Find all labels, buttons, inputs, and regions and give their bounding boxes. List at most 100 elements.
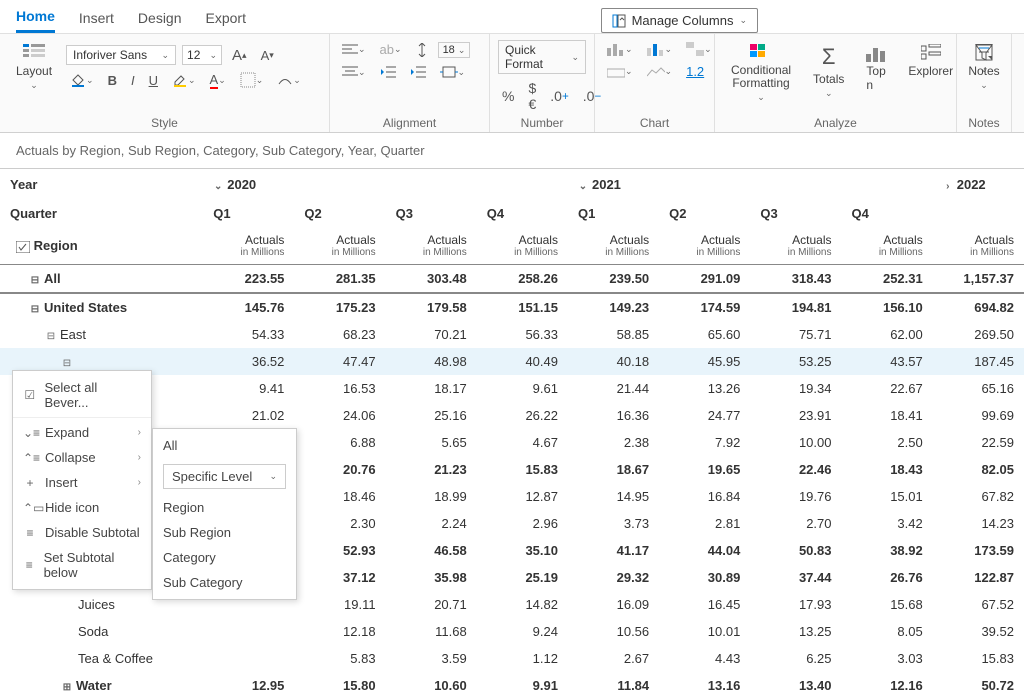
chart-type-3-button[interactable]: ⌄ (682, 40, 716, 58)
data-cell[interactable]: 2.38 (568, 429, 659, 456)
row-label[interactable]: ⊟East (0, 321, 203, 348)
tab-export[interactable]: Export (206, 10, 246, 32)
data-cell[interactable]: 694.82 (933, 293, 1024, 321)
data-cell[interactable]: 145.76 (203, 293, 294, 321)
collapse-icon[interactable]: ⊟ (46, 331, 56, 342)
data-cell[interactable]: 35.98 (386, 564, 477, 591)
data-cell[interactable]: 149.23 (568, 293, 659, 321)
data-cell[interactable]: 15.80 (294, 672, 385, 699)
data-cell[interactable]: 58.85 (568, 321, 659, 348)
data-cell[interactable]: 37.44 (750, 564, 841, 591)
data-cell[interactable]: 14.82 (477, 591, 568, 618)
clear-format-button[interactable]: ⌄ (273, 70, 305, 90)
tab-design[interactable]: Design (138, 10, 182, 32)
chart-type-1-button[interactable]: ⌄ (603, 40, 637, 58)
table-row[interactable]: 9.4116.5318.179.6121.4413.2619.3422.6765… (0, 375, 1024, 402)
bold-button[interactable]: B (104, 71, 121, 90)
font-increase-button[interactable]: A▴ (228, 45, 251, 66)
data-cell[interactable]: 8.05 (842, 618, 933, 645)
data-cell[interactable]: 2.50 (842, 429, 933, 456)
data-cell[interactable]: 18.17 (386, 375, 477, 402)
table-row[interactable]: ⊟All223.55281.35303.48258.26239.50291.09… (0, 265, 1024, 294)
conditional-formatting-button[interactable]: Conditional Formatting⌄ (723, 40, 799, 107)
data-cell[interactable]: 26.22 (477, 402, 568, 429)
data-cell[interactable]: 14.95 (568, 483, 659, 510)
data-cell[interactable]: 41.17 (568, 537, 659, 564)
data-cell[interactable]: 46.58 (386, 537, 477, 564)
data-cell[interactable]: 223.55 (203, 265, 294, 294)
table-row[interactable]: ⊟United States145.76175.23179.58151.1514… (0, 293, 1024, 321)
data-cell[interactable]: 13.26 (659, 375, 750, 402)
line-height-button[interactable] (412, 41, 432, 59)
data-cell[interactable]: 10.00 (750, 429, 841, 456)
data-cell[interactable]: 2.96 (477, 510, 568, 537)
data-cell[interactable]: 21.02 (203, 402, 294, 429)
data-cell[interactable]: 40.49 (477, 348, 568, 375)
data-cell[interactable]: 44.04 (659, 537, 750, 564)
currency-button[interactable]: $€ (524, 78, 540, 114)
data-cell[interactable]: 9.91 (477, 672, 568, 699)
data-cell[interactable]: 52.93 (294, 537, 385, 564)
data-cell[interactable]: 43.57 (842, 348, 933, 375)
font-color-button[interactable]: A⌄ (206, 70, 230, 91)
data-cell[interactable]: 269.50 (933, 321, 1024, 348)
data-cell[interactable]: 40.18 (568, 348, 659, 375)
data-cell[interactable]: 19.11 (294, 591, 385, 618)
year-2022-header[interactable]: ›2022 (933, 169, 1024, 200)
data-cell[interactable]: 47.47 (294, 348, 385, 375)
data-cell[interactable]: 12.95 (203, 672, 294, 699)
ctx-level-subregion[interactable]: Sub Region (153, 520, 296, 545)
data-cell[interactable]: 1.12 (477, 645, 568, 672)
data-cell[interactable]: 16.36 (568, 402, 659, 429)
table-row[interactable]: ⊟36.5247.4748.9840.4940.1845.9553.2543.5… (0, 348, 1024, 375)
table-row[interactable]: 21.0224.0625.1626.2216.3624.7723.9118.41… (0, 402, 1024, 429)
data-cell[interactable]: 16.84 (659, 483, 750, 510)
data-cell[interactable]: 82.05 (933, 456, 1024, 483)
data-cell[interactable]: 291.09 (659, 265, 750, 294)
data-cell[interactable]: 38.92 (842, 537, 933, 564)
data-cell[interactable]: 174.59 (659, 293, 750, 321)
data-cell[interactable]: 16.09 (568, 591, 659, 618)
data-cell[interactable]: 29.32 (568, 564, 659, 591)
data-cell[interactable]: 2.70 (750, 510, 841, 537)
data-cell[interactable]: 4.43 (659, 645, 750, 672)
data-cell[interactable]: 67.82 (933, 483, 1024, 510)
data-cell[interactable]: 18.46 (294, 483, 385, 510)
table-row[interactable]: ⊞Water12.9515.8010.609.9111.8413.1613.40… (0, 672, 1024, 699)
data-cell[interactable]: 54.33 (203, 321, 294, 348)
data-cell[interactable]: 24.77 (659, 402, 750, 429)
increase-indent-button[interactable] (406, 63, 430, 81)
data-cell[interactable]: 15.83 (933, 645, 1024, 672)
data-cell[interactable]: 2.24 (386, 510, 477, 537)
year-2021-header[interactable]: ⌄2021 (568, 169, 933, 200)
data-cell[interactable]: 50.72 (933, 672, 1024, 699)
data-cell[interactable]: 18.99 (386, 483, 477, 510)
topn-button[interactable]: Top n (858, 40, 894, 96)
align-center-button[interactable]: ⌄ (338, 63, 370, 81)
data-cell[interactable]: 187.45 (933, 348, 1024, 375)
data-cell[interactable]: 11.68 (386, 618, 477, 645)
data-cell[interactable]: 25.19 (477, 564, 568, 591)
data-cell[interactable]: 20.71 (386, 591, 477, 618)
chart-label-button[interactable]: 1.2 (682, 62, 708, 81)
ctx-specific-level-select[interactable]: Specific Level⌄ (163, 464, 286, 489)
data-cell[interactable]: 22.67 (842, 375, 933, 402)
row-label[interactable]: ⊟All (0, 265, 203, 294)
data-cell[interactable]: 194.81 (750, 293, 841, 321)
data-cell[interactable]: 18.67 (568, 456, 659, 483)
data-cell[interactable]: 20.76 (294, 456, 385, 483)
collapse-icon[interactable]: ⌄ (213, 181, 223, 192)
data-cell[interactable]: 45.95 (659, 348, 750, 375)
region-row-header[interactable]: Region (0, 227, 203, 265)
ctx-level-category[interactable]: Category (153, 545, 296, 570)
data-cell[interactable]: 122.87 (933, 564, 1024, 591)
data-cell[interactable]: 6.25 (750, 645, 841, 672)
table-row[interactable]: Soda12.1811.689.2410.5610.0113.258.0539.… (0, 618, 1024, 645)
data-cell[interactable]: 4.67 (477, 429, 568, 456)
data-cell[interactable]: 5.65 (386, 429, 477, 456)
italic-button[interactable]: I (127, 71, 139, 90)
data-cell[interactable]: 2.30 (294, 510, 385, 537)
data-cell[interactable]: 173.59 (933, 537, 1024, 564)
highlight-color-button[interactable]: ⌄ (168, 70, 200, 90)
data-cell[interactable]: 14.23 (933, 510, 1024, 537)
